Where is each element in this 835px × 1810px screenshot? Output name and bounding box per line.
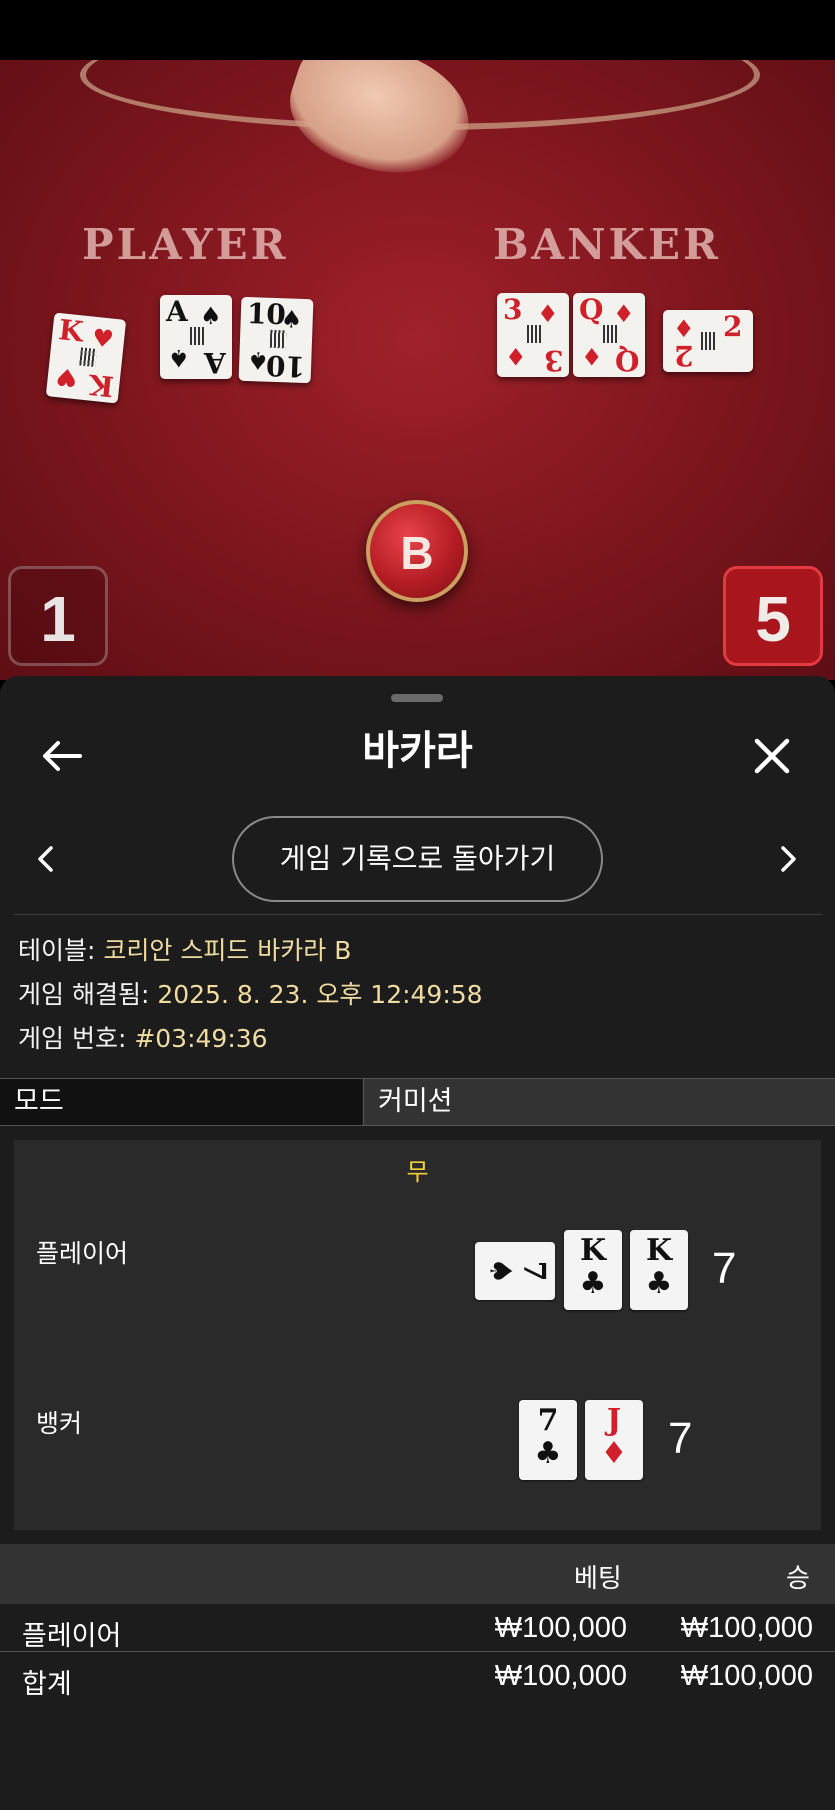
player-area-label: PLAYER <box>82 220 289 269</box>
resolved-time: 2025. 8. 23. 오후 12:49:58 <box>157 980 483 1009</box>
game-number: #03:49:36 <box>134 1024 268 1053</box>
player-card: K ♣ <box>630 1230 688 1310</box>
detail-tabs: 모드 커미션 <box>0 1078 835 1126</box>
status-bar <box>0 0 835 60</box>
bet-amount: ₩100,000 <box>494 1660 627 1692</box>
game-detail-sheet: 바카라 게임 기록으로 돌아가기 테이블: 코리안 스피드 바카라 B 게임 해… <box>0 676 835 1810</box>
bets-table-header: 베팅 승 <box>0 1544 835 1604</box>
drag-handle[interactable] <box>391 694 443 702</box>
win-amount: ₩100,000 <box>680 1660 813 1692</box>
chevron-right-icon <box>781 846 796 872</box>
table-player-card: K ♥ ♥ K <box>45 312 127 404</box>
banker-card: 7 ♣ <box>519 1400 577 1480</box>
round-result-panel: 무 플레이어 ♠ 7 K ♣ K ♣ 7 뱅커 7 ♣ J ♦ 7 <box>14 1140 821 1530</box>
sheet-title: 바카라 <box>362 728 473 774</box>
player-card: ♠ 7 <box>475 1242 555 1300</box>
banker-card: J ♦ <box>585 1400 643 1480</box>
bet-amount: ₩100,000 <box>494 1612 627 1644</box>
next-game-button[interactable] <box>764 834 814 884</box>
table-row-total: 합계 ₩100,000 ₩100,000 <box>0 1654 835 1700</box>
live-video-table: PLAYER BANKER K ♥ ♥ K A ♠ ♠ A 10 ♠ ♠ 10 3 ♦ ♦ 3 … <box>0 60 835 680</box>
history-nav: 게임 기록으로 돌아가기 <box>0 816 835 906</box>
player-hand-label: 플레이어 <box>36 1239 129 1268</box>
close-button[interactable] <box>742 726 802 786</box>
back-to-history-button[interactable]: 게임 기록으로 돌아가기 <box>232 816 603 902</box>
table-player-card: 10 ♠ ♠ 10 <box>238 296 314 384</box>
tab-commission[interactable]: 커미션 <box>363 1079 835 1125</box>
chevron-left-icon <box>38 846 53 872</box>
table-player-card: A ♠ ♠ A <box>160 295 232 379</box>
table-banker-card: 3 ♦ ♦ 3 <box>497 293 569 377</box>
info-table: 테이블: 코리안 스피드 바카라 B <box>18 936 352 965</box>
bet-row-label: 플레이어 <box>22 1621 122 1652</box>
banker-win-token: B <box>366 500 468 602</box>
win-amount: ₩100,000 <box>680 1612 813 1644</box>
banker-total: 7 <box>668 1414 693 1463</box>
player-total: 7 <box>712 1244 737 1293</box>
column-bet: 베팅 <box>574 1564 622 1594</box>
table-banker-card: Q ♦ ♦ Q <box>573 293 645 377</box>
info-resolved: 게임 해결됨: 2025. 8. 23. 오후 12:49:58 <box>18 980 483 1009</box>
close-icon <box>754 738 790 774</box>
banker-area-label: BANKER <box>493 220 721 269</box>
outcome-label: 무 <box>406 1158 429 1186</box>
previous-game-button[interactable] <box>20 834 70 884</box>
banker-score-display: 5 <box>723 566 823 666</box>
table-name: 코리안 스피드 바카라 B <box>103 936 352 965</box>
info-game-number: 게임 번호: #03:49:36 <box>18 1024 268 1053</box>
column-win: 승 <box>786 1564 810 1594</box>
table-banker-card: 2 ♦ 2 <box>663 310 753 372</box>
table-row: 플레이어 ₩100,000 ₩100,000 <box>0 1606 835 1652</box>
tab-mode[interactable]: 모드 <box>0 1079 362 1125</box>
player-card: K ♣ <box>564 1230 622 1310</box>
bet-row-label: 합계 <box>22 1669 72 1700</box>
banker-hand-label: 뱅커 <box>36 1409 83 1438</box>
player-score-display: 1 <box>8 566 108 666</box>
divider <box>14 914 822 915</box>
